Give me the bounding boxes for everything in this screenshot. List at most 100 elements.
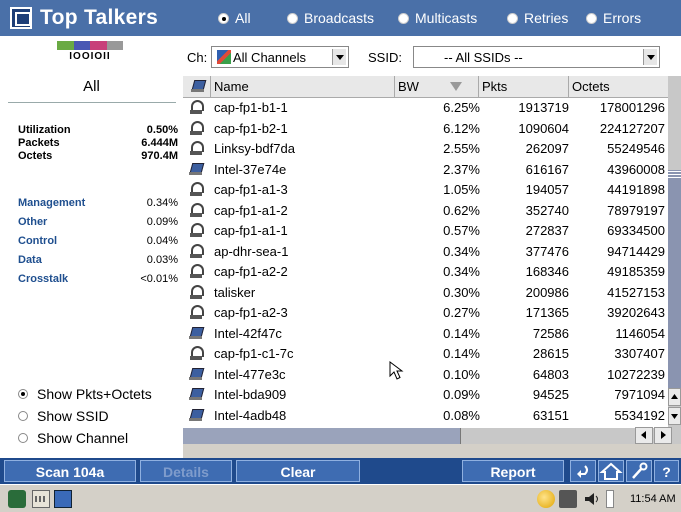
undo-arrow-icon [577, 465, 588, 478]
battery-icon[interactable] [559, 490, 577, 508]
row-octets: 1146054 [615, 325, 665, 341]
column-octets-header[interactable]: Octets [569, 76, 668, 98]
window-switcher-icon[interactable] [54, 490, 72, 508]
table-row[interactable]: cap-fp1-b2-1 6.12% 1090604 224127207 [183, 120, 668, 139]
keyboard-icon[interactable] [32, 490, 50, 508]
row-octets: 10272239 [607, 366, 665, 382]
row-type-icon [189, 120, 205, 137]
table-row[interactable]: cap-fp1-a2-3 0.27% 171365 39202643 [183, 304, 668, 323]
option-show-ssid[interactable]: Show SSID [18, 408, 109, 424]
help-button[interactable]: ? [654, 460, 679, 482]
category-other[interactable]: Other 0.09% [18, 216, 178, 228]
table-row[interactable]: Intel-37e74e 2.37% 616167 43960008 [183, 161, 668, 180]
row-name: ap-dhr-sea-1 [214, 243, 289, 259]
scroll-down-icon[interactable] [668, 407, 681, 425]
horizontal-scrollbar[interactable] [183, 427, 681, 444]
row-type-icon [189, 346, 205, 362]
table-row[interactable]: Intel-bda909 0.09% 94525 7971094 [183, 386, 668, 405]
station-icon [189, 387, 204, 401]
home-icon [599, 462, 623, 480]
access-point-icon [189, 182, 204, 197]
settings-button[interactable] [626, 460, 652, 482]
ssid-select[interactable]: -- All SSIDs -- [413, 46, 660, 68]
category-data[interactable]: Data 0.03% [18, 254, 178, 266]
row-bw: 0.34% [443, 243, 480, 259]
chevron-down-icon[interactable] [332, 49, 346, 65]
row-pkts: 28615 [532, 346, 569, 361]
station-icon [189, 367, 204, 381]
chevron-down-icon[interactable] [643, 49, 657, 65]
table-row[interactable]: cap-fp1-a1-1 0.57% 272837 69334500 [183, 222, 668, 241]
report-button[interactable]: Report [462, 460, 564, 482]
table-row[interactable]: cap-fp1-b1-1 6.25% 1913719 178001296 [183, 99, 668, 118]
row-name: Intel-42f47c [214, 325, 282, 341]
filter-retries-radio[interactable]: Retries [507, 10, 568, 26]
scroll-left-icon[interactable] [635, 427, 653, 444]
clock[interactable]: 11:54 AM [630, 493, 676, 505]
row-bw: 6.25% [443, 100, 480, 115]
home-button[interactable] [598, 460, 624, 482]
station-icon [189, 408, 204, 422]
radio-icon [18, 433, 28, 443]
column-pkts-header[interactable]: Pkts [479, 76, 569, 98]
start-menu-icon[interactable] [8, 490, 26, 508]
option-show-pkts-octets[interactable]: Show Pkts+Octets [18, 386, 152, 402]
table-row[interactable]: Linksy-bdf7da 2.55% 262097 55249546 [183, 140, 668, 159]
scroll-up-icon[interactable] [668, 388, 681, 406]
category-crosstalk[interactable]: Crosstalk <0.01% [18, 273, 178, 285]
filter-all-radio[interactable]: All [218, 10, 251, 26]
table-row[interactable]: cap-fp1-a2-2 0.34% 168346 49185359 [183, 263, 668, 282]
row-bw: 0.30% [443, 284, 480, 300]
scroll-right-icon[interactable] [654, 427, 672, 444]
row-bw: 6.12% [443, 120, 480, 136]
channel-select[interactable]: All Channels [211, 46, 349, 68]
cursor-icon [388, 360, 410, 385]
table-row[interactable]: Intel-42f47c 0.14% 72586 1146054 [183, 325, 668, 344]
row-bw: 0.14% [443, 325, 480, 341]
table-row[interactable]: Intel-4adb48 0.08% 63151 5534192 [183, 407, 668, 426]
vertical-scroll-thumb[interactable] [668, 170, 681, 388]
row-octets: 7971094 [614, 387, 665, 402]
filter-broadcasts-radio[interactable]: Broadcasts [287, 10, 374, 26]
table-header: Name BW Pkts Octets [183, 76, 668, 98]
column-bw-header[interactable]: BW [395, 76, 479, 98]
row-type-icon [189, 182, 205, 198]
undo-button[interactable] [570, 460, 596, 482]
filter-errors-radio[interactable]: Errors [586, 10, 641, 26]
column-type-header[interactable] [183, 76, 211, 98]
row-bw: 0.10% [443, 366, 480, 382]
horizontal-scroll-thumb[interactable] [183, 428, 461, 444]
logo-color-bars [57, 41, 123, 50]
row-octets: 41527153 [607, 284, 665, 300]
clear-button[interactable]: Clear [236, 460, 360, 482]
access-point-icon [189, 120, 204, 136]
memory-meter-icon [606, 490, 614, 508]
speaker-icon[interactable] [583, 490, 601, 508]
row-name: Intel-37e74e [214, 161, 287, 177]
details-button[interactable]: Details [140, 460, 232, 482]
filter-multicasts-radio[interactable]: Multicasts [398, 10, 477, 26]
filter-row: Ch: All Channels SSID: -- All SSIDs -- [183, 36, 681, 76]
option-show-channel[interactable]: Show Channel [18, 430, 128, 446]
table-row[interactable]: cap-fp1-a1-3 1.05% 194057 44191898 [183, 181, 668, 200]
category-control[interactable]: Control 0.04% [18, 235, 178, 247]
network-status-icon[interactable] [537, 490, 555, 508]
scan-button[interactable]: Scan 104a [4, 460, 136, 482]
table-row[interactable]: ap-dhr-sea-1 0.34% 377476 94714429 [183, 243, 668, 262]
table-row[interactable]: cap-fp1-a1-2 0.62% 352740 78979197 [183, 202, 668, 221]
table-row[interactable]: cap-fp1-c1-7c 0.14% 28615 3307407 [183, 345, 668, 364]
row-pkts: 194057 [525, 182, 569, 197]
access-point-icon [189, 141, 204, 156]
table-row[interactable]: talisker 0.30% 200986 41527153 [183, 284, 668, 303]
column-name-header[interactable]: Name [211, 76, 395, 98]
radio-icon [586, 12, 597, 24]
category-management[interactable]: Management 0.34% [18, 197, 178, 209]
app-window-icon[interactable] [10, 7, 32, 29]
row-bw: 0.14% [443, 346, 480, 361]
table-row[interactable]: Intel-477e3c 0.10% 64803 10272239 [183, 366, 668, 385]
stat-octets: Octets 970.4M [18, 150, 178, 162]
row-name: cap-fp1-b2-1 [214, 120, 288, 136]
row-name: cap-fp1-a2-3 [214, 305, 288, 320]
vertical-scrollbar[interactable] [668, 76, 681, 428]
row-octets: 49185359 [607, 264, 665, 279]
